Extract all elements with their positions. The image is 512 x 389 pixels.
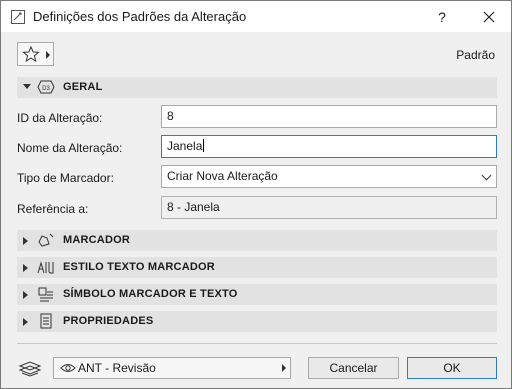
expand-arrow-icon	[23, 291, 28, 299]
name-label: Nome da Alteração:	[17, 141, 123, 155]
close-icon[interactable]	[477, 5, 501, 29]
star-icon	[22, 46, 40, 62]
marker-type-label: Tipo de Marcador:	[17, 171, 114, 185]
dialog-window: Definições dos Padrões da Alteração ? Pa…	[0, 0, 512, 389]
chevron-down-icon	[481, 170, 492, 181]
text-cursor	[203, 139, 205, 152]
reference-field: 8 - Janela	[161, 196, 497, 219]
name-value: Janela	[167, 139, 203, 153]
favorites-caret-icon	[46, 51, 50, 59]
reference-label: Referência a:	[17, 202, 89, 216]
window-title: Definições dos Padrões da Alteração	[33, 9, 247, 24]
eye-icon	[60, 364, 76, 372]
section-label: ESTILO TEXTO MARCADOR	[63, 261, 215, 273]
marker-shape-icon	[38, 233, 54, 247]
section-geral[interactable]: D3 GERAL	[17, 77, 497, 98]
help-button[interactable]: ?	[431, 7, 453, 27]
expand-arrow-icon	[23, 237, 28, 245]
symbol-text-icon	[38, 287, 53, 302]
section-label: SÍMBOLO MARCADOR E TEXTO	[63, 288, 238, 300]
section-label: MARCADOR	[63, 234, 130, 246]
reference-value: 8 - Janela	[167, 200, 220, 214]
id-value: 8	[167, 109, 174, 123]
svg-text:D3: D3	[42, 86, 50, 92]
layer-value: ANT - Revisão	[78, 361, 156, 375]
layer-select[interactable]: ANT - Revisão	[53, 357, 291, 379]
text-style-icon	[37, 261, 54, 274]
footer-divider	[17, 343, 497, 344]
marker-type-value: Criar Nova Alteração	[167, 169, 278, 183]
expand-arrow-icon	[23, 318, 28, 326]
cancel-button[interactable]: Cancelar	[308, 357, 399, 379]
app-icon	[11, 10, 25, 24]
collapse-arrow-icon	[23, 84, 31, 89]
favorites-button[interactable]	[17, 42, 54, 66]
section-marcador[interactable]: MARCADOR	[17, 230, 497, 251]
id-label: ID da Alteração:	[17, 111, 103, 125]
section-propriedades[interactable]: PROPRIEDADES	[17, 311, 497, 332]
title-bar: Definições dos Padrões da Alteração ?	[1, 1, 511, 32]
properties-icon	[40, 313, 52, 329]
section-simbolo[interactable]: SÍMBOLO MARCADOR E TEXTO	[17, 284, 497, 305]
section-label: GERAL	[63, 81, 103, 93]
id-tag-icon: D3	[37, 80, 55, 94]
ok-button[interactable]: OK	[407, 357, 497, 379]
name-field[interactable]: Janela	[161, 135, 497, 158]
marker-type-select[interactable]: Criar Nova Alteração	[161, 165, 497, 188]
id-field[interactable]: 8	[161, 105, 497, 128]
preset-label: Padrão	[456, 48, 495, 62]
expand-arrow-icon	[23, 264, 28, 272]
section-estilo-texto[interactable]: ESTILO TEXTO MARCADOR	[17, 257, 497, 278]
layers-icon	[18, 361, 42, 377]
section-label: PROPRIEDADES	[63, 315, 154, 327]
layer-caret-icon	[282, 364, 286, 372]
